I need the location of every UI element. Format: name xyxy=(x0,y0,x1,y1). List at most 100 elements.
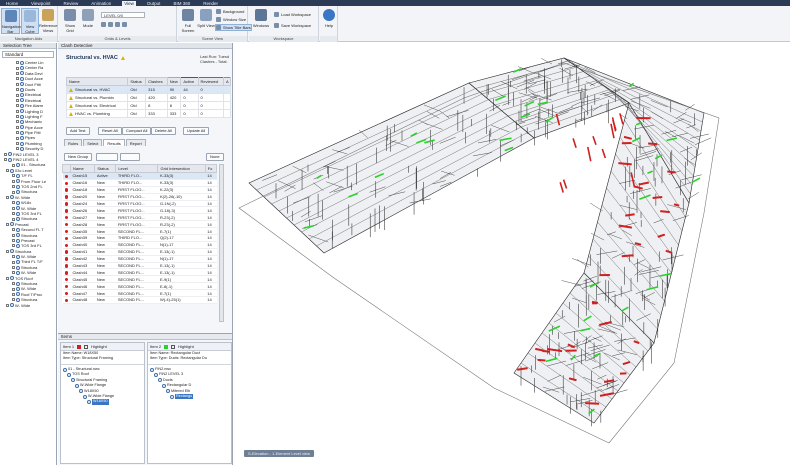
test-row[interactable]: Structural vs. HVAC Old 315 90 44 0 xyxy=(65,85,232,94)
item-tree-node[interactable]: W18X50 xyxy=(61,399,144,405)
tests-column-header[interactable]: Status xyxy=(127,77,147,86)
tab-select[interactable]: Select xyxy=(83,139,103,146)
expand-toggle[interactable] xyxy=(6,195,9,199)
view-cube-button[interactable]: View Cube xyxy=(21,8,39,34)
clash-row[interactable]: Clash44 New SECOND FL... E-13(-1) 14 xyxy=(62,268,217,277)
expand-toggle[interactable] xyxy=(16,136,19,140)
clash-row[interactable]: Clash24 New FIRST FLOO... G-1N(-2) 14 xyxy=(62,200,217,208)
clash-row[interactable]: Clash43 New SECOND FL... E-13(-1) 14 xyxy=(62,262,217,270)
expand-toggle[interactable] xyxy=(12,190,15,194)
tab-results[interactable]: Results xyxy=(103,139,125,146)
menu-view[interactable]: View xyxy=(122,0,136,6)
add-test-button[interactable]: Add Test xyxy=(66,127,90,135)
3d-viewport[interactable]: S-Elevation - 1-Element Level view xyxy=(234,43,790,465)
display-combo[interactable]: None xyxy=(206,153,224,161)
expand-toggle[interactable] xyxy=(16,115,19,119)
expand-toggle[interactable] xyxy=(12,201,15,205)
reset-all-button[interactable]: Reset All xyxy=(98,127,122,135)
show-grid-button[interactable]: Show Grid xyxy=(61,8,79,34)
expand-toggle[interactable] xyxy=(6,169,9,172)
reference-views-button[interactable]: Reference Views xyxy=(39,8,57,34)
expand-toggle[interactable] xyxy=(12,233,15,237)
item2-color-swatch[interactable] xyxy=(164,344,169,349)
tests-column-header[interactable]: A xyxy=(222,77,232,86)
expand-toggle[interactable] xyxy=(6,303,9,307)
results-column-header[interactable]: Grid Intersection xyxy=(157,164,206,173)
expand-toggle[interactable] xyxy=(16,109,19,113)
expand-toggle[interactable] xyxy=(12,287,15,291)
expand-toggle[interactable] xyxy=(12,292,15,296)
menu-output[interactable]: Output xyxy=(145,1,163,6)
show-title-bars-button[interactable]: Show Title Bars xyxy=(215,24,252,31)
expand-toggle[interactable] xyxy=(16,66,19,70)
grid-level-combo[interactable]: LEVEL 0/0 xyxy=(101,12,145,18)
tests-column-header[interactable]: Name xyxy=(65,77,129,86)
expand-toggle[interactable] xyxy=(16,131,19,135)
assign-button[interactable] xyxy=(120,153,140,161)
results-column-header[interactable]: Status xyxy=(94,164,117,173)
expand-toggle[interactable] xyxy=(6,249,9,253)
menu-viewpoint[interactable]: Viewpoint xyxy=(29,1,52,6)
grid-tool-icon[interactable] xyxy=(115,22,120,27)
expand-toggle[interactable] xyxy=(16,82,19,86)
expand-toggle[interactable] xyxy=(16,98,19,102)
expand-toggle[interactable] xyxy=(16,61,19,65)
delete-all-button[interactable]: Delete All xyxy=(151,127,176,135)
expand-toggle[interactable] xyxy=(12,255,15,259)
expand-toggle[interactable] xyxy=(16,104,19,108)
menu-animation[interactable]: Animation xyxy=(89,1,113,6)
clash-row[interactable]: Clash46 New SECOND FL... E-8(-1) 14 xyxy=(62,282,217,291)
clash-row[interactable]: Clash26 New FIRST FLOO... G-18(-3) 14 xyxy=(62,206,217,215)
tab-report[interactable]: Report xyxy=(125,139,146,146)
menu-render[interactable]: Render xyxy=(201,1,220,6)
expand-toggle[interactable] xyxy=(16,77,19,81)
clash-row[interactable]: Clash45 New SECOND FL... E-9(1) 14 xyxy=(62,275,217,284)
clash-row[interactable]: Clash48 New SECOND FL... W(-4)-25(1) 14 xyxy=(62,296,217,304)
expand-toggle[interactable] xyxy=(12,179,15,183)
clash-row[interactable]: Clash47 New SECOND FL... E-7(1) 14 xyxy=(62,289,217,298)
expand-toggle[interactable] xyxy=(12,282,15,286)
navigation-bar-button[interactable]: Navigation Bar xyxy=(1,8,21,34)
expand-toggle[interactable] xyxy=(12,271,15,275)
expand-toggle[interactable] xyxy=(12,298,15,302)
test-row[interactable]: Structural vs. Electrical Old 8 8 0 0 xyxy=(65,101,232,110)
update-all-button[interactable]: Update All xyxy=(183,127,210,135)
expand-toggle[interactable] xyxy=(12,217,15,221)
expand-toggle[interactable] xyxy=(6,276,9,280)
expand-toggle[interactable] xyxy=(12,266,15,270)
expand-toggle[interactable] xyxy=(16,142,19,146)
expand-toggle[interactable] xyxy=(12,260,15,264)
clash-row[interactable]: Clash41 New SECOND FL... E-13(-1) 14 xyxy=(62,248,217,256)
results-column-header[interactable] xyxy=(62,164,71,173)
clash-row[interactable]: Clash35 New SECOND FL... E-7(1) 14 xyxy=(62,227,217,236)
expand-toggle[interactable] xyxy=(16,125,19,129)
selection-tree-combo[interactable]: Standard xyxy=(2,51,54,58)
background-button[interactable]: Background xyxy=(216,8,244,15)
menu-home[interactable]: Home xyxy=(4,1,20,6)
expand-toggle[interactable] xyxy=(16,93,19,97)
mode-button[interactable]: Mode xyxy=(79,8,97,34)
item1-color-swatch[interactable] xyxy=(77,344,82,349)
item-tree-node[interactable]: Rectangu xyxy=(148,393,231,400)
tests-column-header[interactable]: Reviewed xyxy=(197,77,224,86)
test-row[interactable]: HVAC vs. Plumbing Old 333 333 0 0 xyxy=(65,109,232,118)
results-column-header[interactable]: Fo xyxy=(204,164,218,173)
grid-tool-icon[interactable] xyxy=(101,22,106,27)
results-column-header[interactable]: Name xyxy=(69,164,96,173)
expand-toggle[interactable] xyxy=(12,212,15,216)
clash-row[interactable]: Clash27 New FIRST FLOO... R-23(-2) 14 xyxy=(62,213,217,222)
compact-all-button[interactable]: Compact All xyxy=(122,127,152,135)
clash-row[interactable]: Clash16 New THIRD FLO... K-33(3) 14 xyxy=(62,179,217,187)
expand-toggle[interactable] xyxy=(16,147,19,151)
tab-rules[interactable]: Rules xyxy=(64,139,83,146)
expand-toggle[interactable] xyxy=(4,152,7,156)
grid-tool-icon[interactable] xyxy=(122,22,127,27)
save-workspace-button[interactable]: Save Workspace xyxy=(274,22,311,29)
help-button[interactable]: Help xyxy=(320,8,338,34)
building-model-render[interactable] xyxy=(234,43,790,465)
clash-row[interactable]: Clash20 New FIRST FLOO... K(2)-26(-10) 14 xyxy=(62,193,217,201)
results-column-header[interactable]: Level xyxy=(115,164,159,173)
menu-bim-360[interactable]: BIM 360 xyxy=(171,1,192,6)
results-scrollbar[interactable] xyxy=(219,164,224,322)
clash-row[interactable]: Clash39 New THIRD FLO... Q(2)-17 14 xyxy=(62,234,217,242)
